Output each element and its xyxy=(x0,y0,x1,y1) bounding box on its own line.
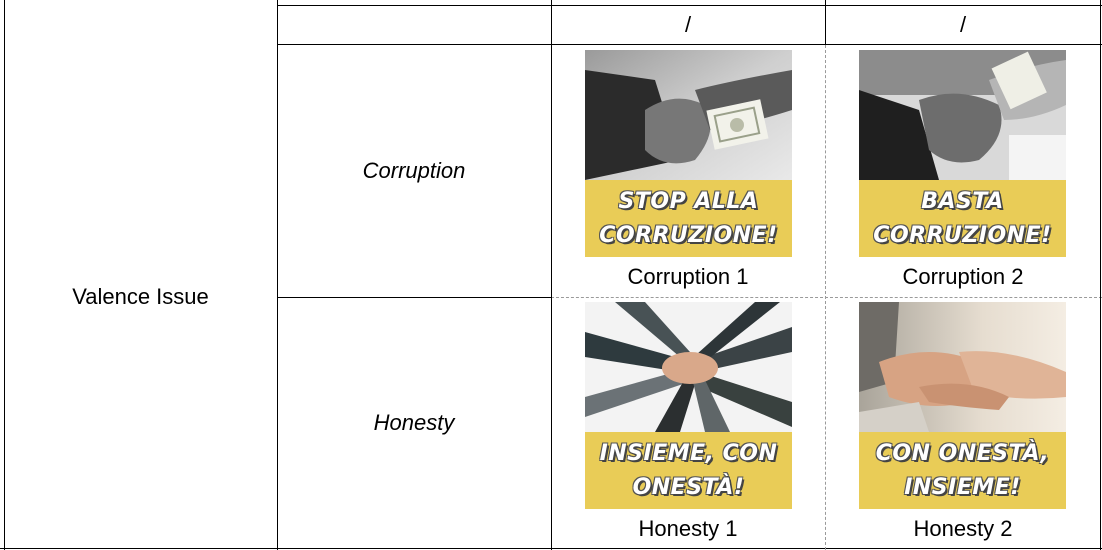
column-border-3-dashed xyxy=(825,45,826,550)
row-divider-dashed xyxy=(551,297,1102,298)
poster-banner: STOP ALLA CORRUZIONE! xyxy=(585,180,792,257)
row-label-corruption: Corruption xyxy=(362,158,466,183)
slogan-line-1: CON ONESTÀ, xyxy=(875,440,1050,466)
caption-corruption-1: Corruption 1 xyxy=(627,264,749,289)
header-cell-4: / xyxy=(959,11,967,37)
poster-honesty-2: CON ONESTÀ, INSIEME! xyxy=(859,302,1066,509)
poster-banner: INSIEME, CON ONESTÀ! xyxy=(585,432,792,509)
slogan-line-2: ONESTÀ! xyxy=(632,474,745,500)
poster-honesty-1: INSIEME, CON ONESTÀ! xyxy=(585,302,792,509)
poster-banner: BASTA CORRUZIONE! xyxy=(859,180,1066,257)
joined-hands-photo xyxy=(859,302,1066,432)
poster-corruption-2: BASTA CORRUZIONE! xyxy=(859,50,1066,257)
table-right-border xyxy=(1100,0,1101,550)
slogan-line-1: BASTA xyxy=(921,188,1004,214)
poster-banner: CON ONESTÀ, INSIEME! xyxy=(859,432,1066,509)
caption-honesty-1: Honesty 1 xyxy=(638,516,738,541)
category-label: Valence Issue xyxy=(72,283,209,309)
poster-corruption-1: STOP ALLA CORRUZIONE! xyxy=(585,50,792,257)
caption-corruption-2: Corruption 2 xyxy=(902,264,1024,289)
row-label-honesty: Honesty xyxy=(373,409,455,435)
header-cell-3: / xyxy=(684,11,692,37)
slogan-line-2: CORRUZIONE! xyxy=(599,222,778,248)
caption-honesty-2: Honesty 2 xyxy=(913,516,1013,541)
handshake-money-photo xyxy=(859,50,1066,180)
slogan-line-2: CORRUZIONE! xyxy=(873,222,1052,248)
handshake-money-photo xyxy=(585,50,792,180)
slogan-line-2: INSIEME! xyxy=(904,474,1021,500)
stacked-hands-photo xyxy=(585,302,792,432)
slogan-line-1: INSIEME, CON xyxy=(599,440,778,466)
slogan-line-1: STOP ALLA xyxy=(618,188,759,214)
